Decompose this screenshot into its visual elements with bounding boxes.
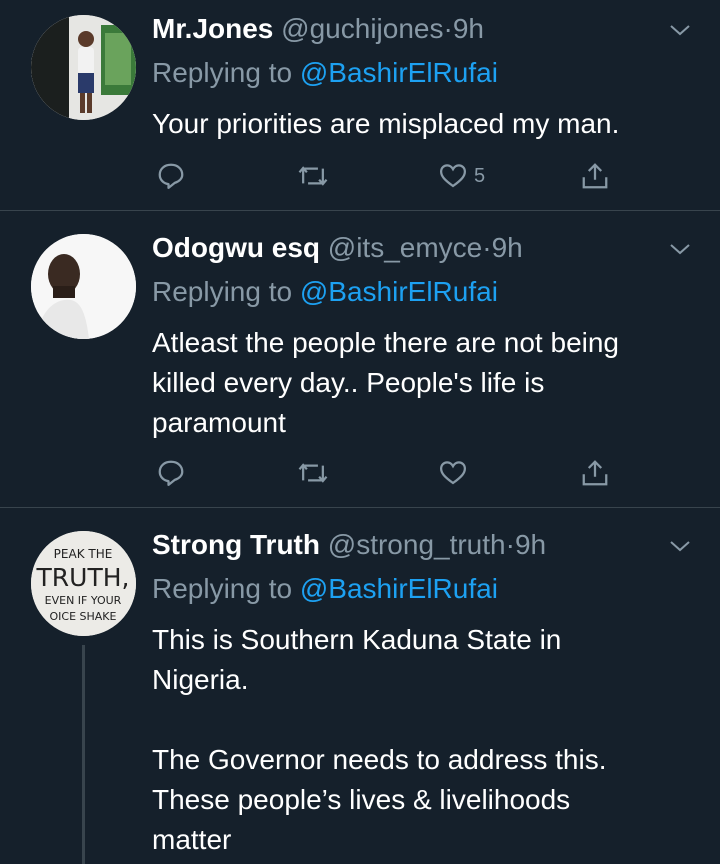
timestamp[interactable]: 9h xyxy=(453,13,484,44)
comment-icon xyxy=(158,460,184,486)
like-button[interactable]: 5 xyxy=(438,156,485,196)
handle[interactable]: @guchijones xyxy=(281,13,443,44)
avatar[interactable] xyxy=(31,234,136,339)
like-button[interactable] xyxy=(438,453,474,493)
tweet-header: Strong Truth @strong_truth·9h xyxy=(152,528,546,562)
like-count: 5 xyxy=(474,164,486,187)
heart-icon xyxy=(439,164,467,188)
comment-icon xyxy=(158,163,184,189)
avatar-text: TRUTH, xyxy=(36,563,130,592)
avatar-photo: PEAK THE TRUTH, EVEN IF YOUR OICE SHAKE xyxy=(31,531,136,636)
handle[interactable]: @strong_truth xyxy=(328,529,506,560)
display-name[interactable]: Odogwu esq xyxy=(152,232,320,263)
retweet-icon xyxy=(298,463,328,483)
share-icon xyxy=(582,163,608,189)
replying-to: Replying to @BashirElRufai xyxy=(152,275,498,309)
tweet-text: This is Southern Kaduna State in Nigeria… xyxy=(152,624,607,855)
tweet-text: Your priorities are misplaced my man. xyxy=(152,108,620,139)
separator: · xyxy=(505,529,515,560)
mention-link[interactable]: @BashirElRufai xyxy=(300,573,498,604)
tweet-actions xyxy=(152,453,622,493)
retweet-button[interactable] xyxy=(297,156,329,196)
timestamp[interactable]: 9h xyxy=(492,232,523,263)
display-name[interactable]: Mr.Jones xyxy=(152,13,273,44)
avatar-photo xyxy=(31,15,136,120)
separator: · xyxy=(482,232,492,263)
mention-link[interactable]: @BashirElRufai xyxy=(300,57,498,88)
share-icon xyxy=(582,460,608,486)
avatar-text: OICE SHAKE xyxy=(50,610,117,623)
share-button[interactable] xyxy=(580,156,610,196)
tweet[interactable]: Mr.Jones @guchijones·9h Replying to @Bas… xyxy=(0,0,720,210)
display-name[interactable]: Strong Truth xyxy=(152,529,320,560)
replying-to: Replying to @BashirElRufai xyxy=(152,572,498,606)
avatar[interactable]: PEAK THE TRUTH, EVEN IF YOUR OICE SHAKE xyxy=(31,531,136,636)
chevron-down-icon[interactable] xyxy=(668,18,692,42)
separator: · xyxy=(443,13,453,44)
mention-link[interactable]: @BashirElRufai xyxy=(300,276,498,307)
tweet[interactable]: PEAK THE TRUTH, EVEN IF YOUR OICE SHAKE … xyxy=(0,508,720,864)
chevron-down-icon[interactable] xyxy=(668,237,692,261)
tweet-actions: 5 xyxy=(152,156,622,196)
replying-to-label: Replying to xyxy=(152,276,293,307)
avatar-text: EVEN IF YOUR xyxy=(45,594,122,607)
tweet[interactable]: Odogwu esq @its_emyce·9h Replying to @Ba… xyxy=(0,211,720,507)
avatar-photo xyxy=(31,234,136,339)
replying-to-label: Replying to xyxy=(152,57,293,88)
tweet-header: Mr.Jones @guchijones·9h xyxy=(152,12,484,46)
chevron-down-icon[interactable] xyxy=(668,534,692,558)
reply-button[interactable] xyxy=(156,453,186,493)
avatar-text: PEAK THE xyxy=(54,547,113,561)
tweet-text: Atleast the people there are not being k… xyxy=(152,327,620,438)
replying-to-label: Replying to xyxy=(152,573,293,604)
share-button[interactable] xyxy=(580,453,610,493)
retweet-icon xyxy=(298,166,328,186)
timestamp[interactable]: 9h xyxy=(515,529,546,560)
tweet-header: Odogwu esq @its_emyce·9h xyxy=(152,231,523,265)
replying-to: Replying to @BashirElRufai xyxy=(152,56,498,90)
avatar[interactable] xyxy=(31,15,136,120)
reply-button[interactable] xyxy=(156,156,186,196)
thread-line xyxy=(82,645,85,864)
retweet-button[interactable] xyxy=(297,453,329,493)
handle[interactable]: @its_emyce xyxy=(328,232,482,263)
heart-icon xyxy=(439,461,467,485)
